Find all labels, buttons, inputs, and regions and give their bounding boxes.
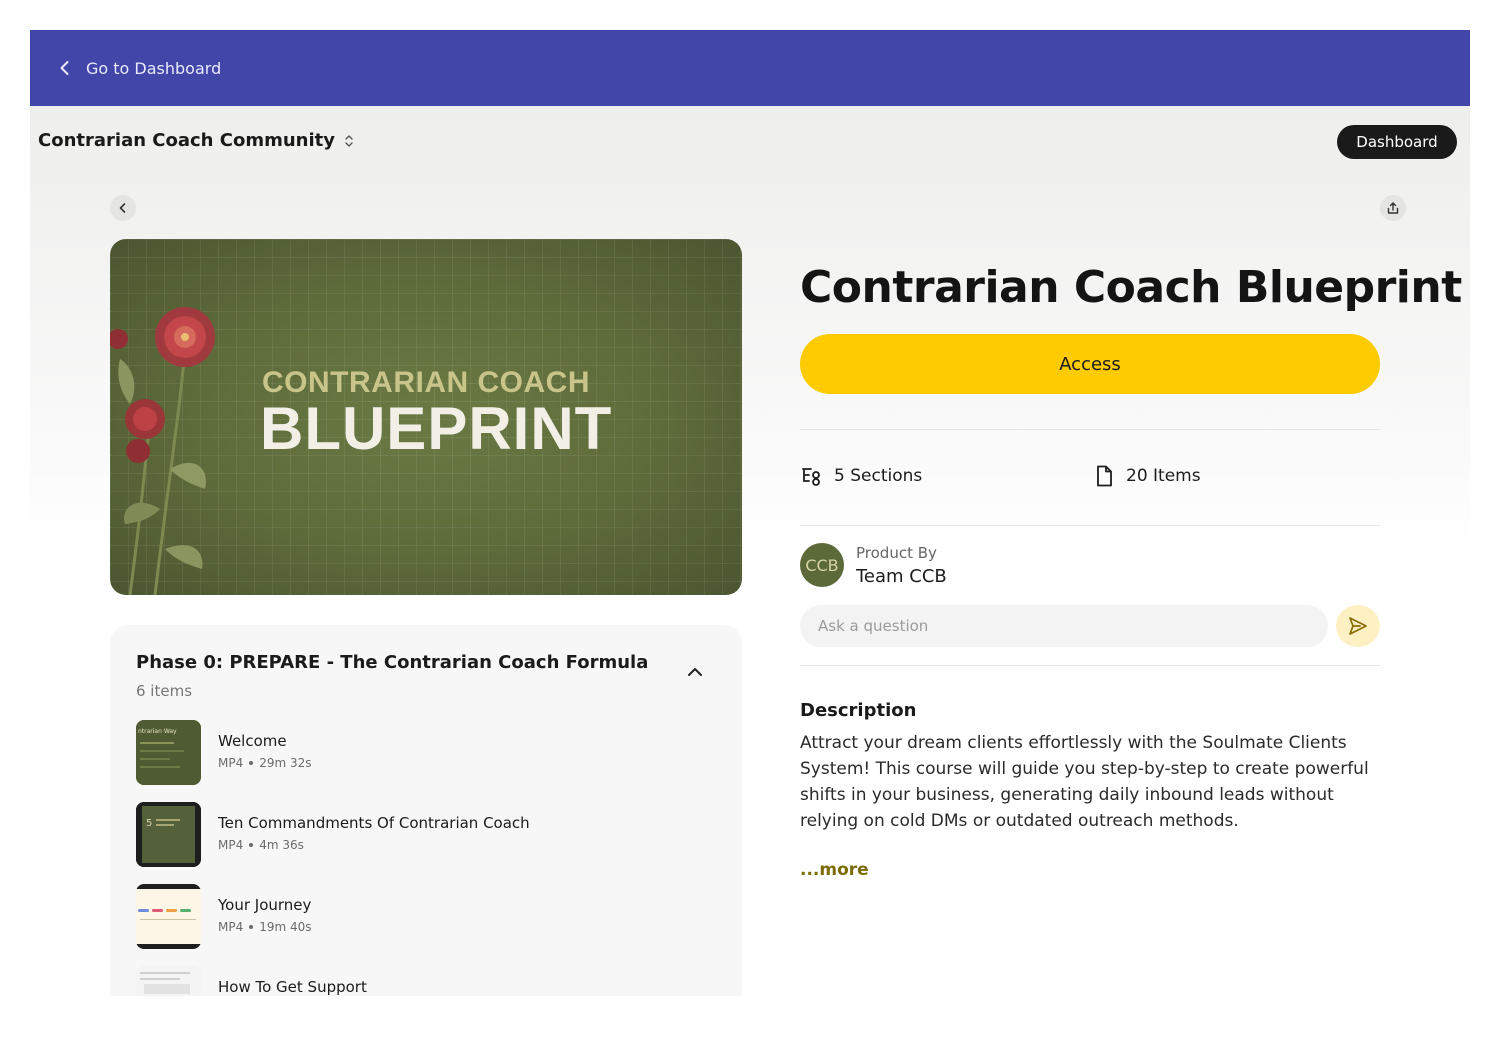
lesson-title: Your Journey <box>218 896 312 914</box>
chevron-left-icon <box>119 203 126 213</box>
separator-dot <box>249 761 254 765</box>
author-avatar: CCB <box>800 543 844 587</box>
go-to-dashboard-link[interactable]: Go to Dashboard <box>56 59 221 78</box>
send-question-button[interactable] <box>1336 605 1380 647</box>
lesson-title: How To Get Support <box>218 978 367 996</box>
lesson-title: Ten Commandments Of Contrarian Coach <box>218 814 530 832</box>
share-icon <box>1387 202 1399 214</box>
description-text: Attract your dream clients effortlessly … <box>800 733 1369 831</box>
divider <box>800 665 1380 666</box>
author-name: Team CCB <box>856 566 947 587</box>
lesson-duration: 4m 36s <box>259 838 304 852</box>
phase-item-count: 6 items <box>136 682 193 700</box>
share-button[interactable] <box>1380 195 1406 221</box>
sections-count: 5 Sections <box>834 466 923 486</box>
divider <box>800 525 1380 526</box>
lesson-meta: MP4 29m 32s <box>218 756 312 770</box>
course-banner: CONTRARIAN COACH BLUEPRINT <box>110 239 742 595</box>
divider <box>800 429 1380 430</box>
lesson-thumbnail <box>136 966 201 996</box>
lesson-item[interactable]: Your Journey MP4 19m 40s <box>136 884 716 950</box>
separator-dot <box>249 925 254 929</box>
chevron-up-down-icon <box>345 134 353 147</box>
chevron-up-icon[interactable] <box>684 663 706 681</box>
app-window: Go to Dashboard Contrarian Coach Communi… <box>30 30 1470 996</box>
phase-section: Phase 0: PREPARE - The Contrarian Coach … <box>110 625 742 996</box>
description-heading: Description <box>800 700 917 721</box>
thumbnail-text: ntrarian Way <box>138 728 177 735</box>
course-title: Contrarian Coach Blueprint <box>800 262 1462 313</box>
lesson-item[interactable]: 5 Ten Commandments Of Contrarian Coach M… <box>136 802 716 868</box>
ask-question-input[interactable] <box>800 605 1328 647</box>
lesson-thumbnail: 5 <box>136 802 201 867</box>
items-count: 20 Items <box>1126 466 1201 486</box>
lesson-thumbnail <box>136 884 201 949</box>
banner-title: BLUEPRINT <box>260 395 613 462</box>
dashboard-button[interactable]: Dashboard <box>1337 125 1457 159</box>
product-by-label: Product By <box>856 544 937 562</box>
items-stat: 20 Items <box>1092 464 1201 488</box>
lesson-format: MP4 <box>218 920 244 934</box>
top-navigation-bar: Go to Dashboard <box>30 30 1470 106</box>
flower-illustration <box>110 307 215 595</box>
read-more-link[interactable]: ...more <box>800 860 869 880</box>
back-button[interactable] <box>110 195 136 221</box>
lesson-duration: 29m 32s <box>259 756 312 770</box>
sections-icon <box>802 468 820 486</box>
lesson-format: MP4 <box>218 838 244 852</box>
lesson-title: Welcome <box>218 732 287 750</box>
thumbnail-text: 5 <box>146 818 152 829</box>
access-button[interactable]: Access <box>800 334 1380 394</box>
community-switcher[interactable]: Contrarian Coach Community <box>38 130 355 151</box>
lesson-meta: MP4 19m 40s <box>218 920 312 934</box>
separator-dot <box>249 843 254 847</box>
lesson-duration: 19m 40s <box>259 920 312 934</box>
go-to-dashboard-label: Go to Dashboard <box>86 58 222 78</box>
phase-title: Phase 0: PREPARE - The Contrarian Coach … <box>136 652 649 673</box>
sections-stat: 5 Sections <box>800 464 922 488</box>
community-name: Contrarian Coach Community <box>38 130 335 151</box>
send-icon <box>1349 617 1367 635</box>
lesson-item[interactable]: How To Get Support <box>136 966 716 996</box>
lesson-meta: MP4 4m 36s <box>218 838 304 852</box>
lesson-thumbnail: ntrarian Way <box>136 720 201 785</box>
lesson-item[interactable]: ntrarian Way Welcome MP4 29m 32s <box>136 720 716 786</box>
chevron-left-icon <box>60 61 69 75</box>
document-icon <box>1097 465 1112 487</box>
lesson-format: MP4 <box>218 756 244 770</box>
